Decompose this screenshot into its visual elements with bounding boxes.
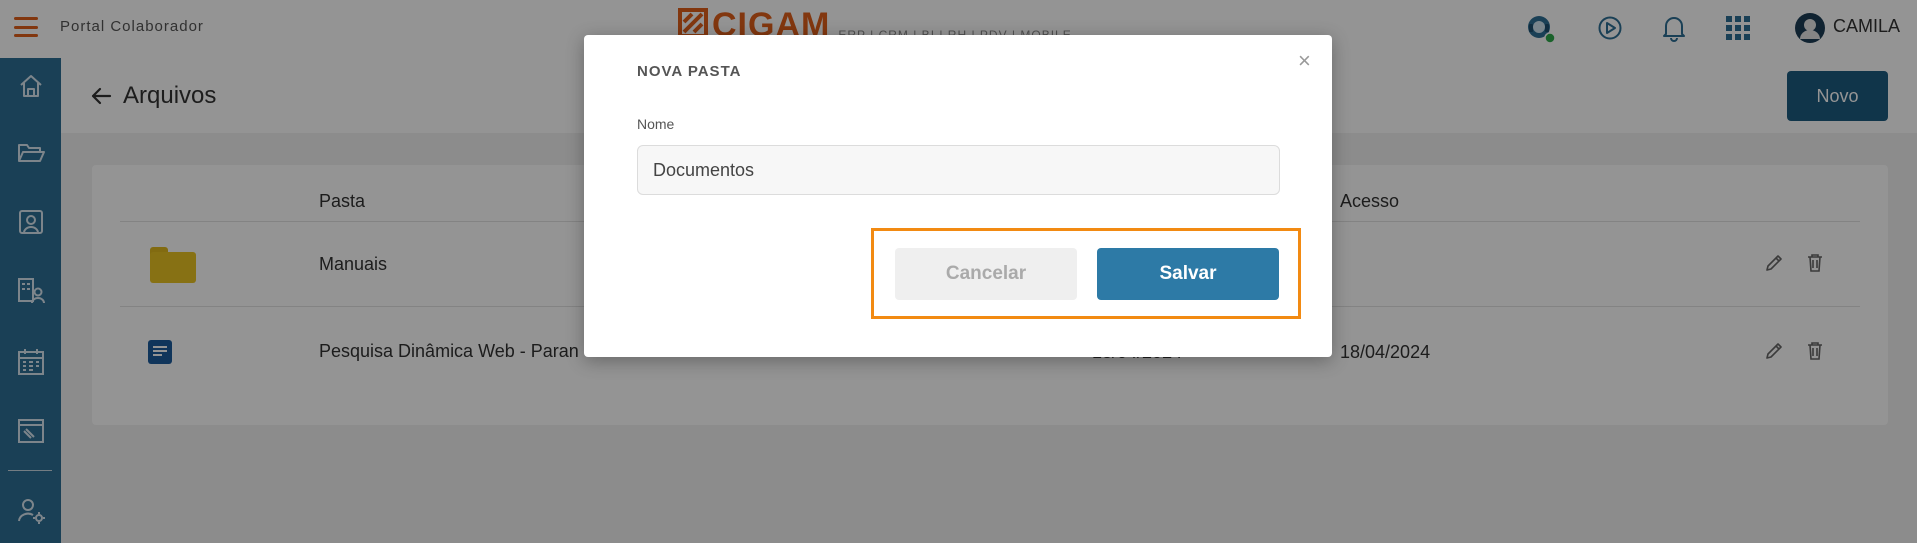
close-icon[interactable]: × (1298, 50, 1311, 72)
dialog-title: NOVA PASTA (637, 63, 742, 80)
new-folder-dialog: NOVA PASTA × Nome Cancelar Salvar (584, 35, 1332, 357)
name-field[interactable] (637, 145, 1280, 195)
save-button[interactable]: Salvar (1097, 248, 1279, 300)
cancel-button[interactable]: Cancelar (895, 248, 1077, 300)
name-field-label: Nome (637, 116, 675, 132)
